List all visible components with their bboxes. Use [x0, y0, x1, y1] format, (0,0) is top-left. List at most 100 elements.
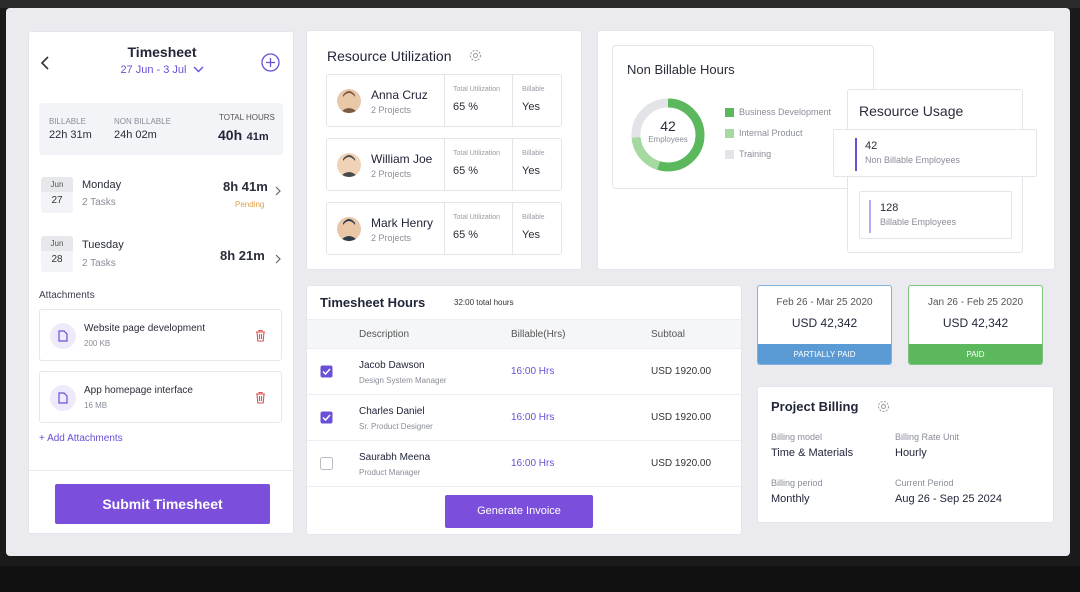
usage-label: Billable Employees — [880, 217, 957, 227]
usage-stat: 128 Billable Employees — [859, 191, 1012, 239]
day-name: Tuesday — [82, 239, 124, 251]
generate-invoice-button[interactable]: Generate Invoice — [445, 495, 593, 528]
attachment-card[interactable]: App homepage interface 16 MB — [39, 371, 282, 423]
cell-divider — [512, 203, 513, 254]
timesheet-hours-panel: Timesheet Hours 32:00 total hours Descri… — [306, 285, 742, 535]
avatar — [337, 153, 361, 177]
gear-icon[interactable] — [877, 400, 890, 418]
cell-divider — [512, 139, 513, 190]
add-attachments-link[interactable]: + Add Attachments — [39, 433, 123, 444]
usage-value: 42 — [865, 140, 878, 152]
table-row[interactable]: Jacob Dawson Design System Manager 16:00… — [307, 349, 741, 395]
total-hours-min: 41m — [246, 131, 269, 143]
attachment-card[interactable]: Website page development 200 KB — [39, 309, 282, 361]
row-name: Jacob Dawson — [359, 360, 425, 371]
attachment-name: App homepage interface — [84, 385, 193, 396]
cell-divider — [444, 75, 445, 126]
day-tasks: 2 Tasks — [82, 258, 116, 269]
date-month: Jun — [41, 177, 73, 192]
billing-field-value: Time & Materials — [771, 447, 854, 459]
util-value: 65 % — [453, 165, 479, 177]
usage-bar — [869, 200, 871, 233]
legend-swatch — [725, 129, 734, 139]
trash-icon[interactable] — [255, 391, 266, 409]
day-hours: 8h 21m — [220, 248, 265, 263]
row-checkbox[interactable] — [320, 411, 333, 429]
row-role: Sr. Product Designer — [359, 422, 433, 431]
resource-row[interactable]: Mark Henry 2 Projects Total Utilization … — [326, 202, 562, 255]
billing-field-value: Monthly — [771, 493, 810, 505]
row-subtotal: USD 1920.00 — [651, 366, 712, 377]
billable-label: Billable — [522, 150, 545, 157]
legend-swatch — [725, 108, 734, 118]
invoice-card[interactable]: Jan 26 - Feb 25 2020 USD 42,342 PAID — [908, 285, 1043, 365]
day-status: Pending — [235, 200, 265, 209]
person-projects: 2 Projects — [371, 233, 412, 243]
date-month: Jun — [41, 236, 73, 251]
row-subtotal: USD 1920.00 — [651, 458, 712, 469]
attachment-name: Website page development — [84, 323, 206, 334]
submit-timesheet-button[interactable]: Submit Timesheet — [55, 484, 270, 524]
legend-label: Business Development — [739, 107, 832, 117]
cell-divider — [512, 75, 513, 126]
util-label: Total Utilization — [453, 150, 501, 157]
legend-label: Internal Product — [739, 128, 803, 138]
chevron-down-icon — [193, 64, 204, 76]
billing-field-label: Billing Rate Unit — [895, 432, 960, 442]
row-role: Design System Manager — [359, 376, 447, 385]
divider — [29, 470, 293, 471]
row-hours: 16:00 Hrs — [511, 412, 555, 423]
chevron-right-icon — [275, 183, 281, 201]
table-header: Description Billable(Hrs) Subtoal — [307, 319, 741, 349]
top-strip — [0, 0, 1080, 8]
billing-field-value: Aug 26 - Sep 25 2024 — [895, 493, 1003, 505]
donut-center-label: Employees — [648, 135, 688, 144]
table-row[interactable]: Saurabh Meena Product Manager 16:00 Hrs … — [307, 441, 741, 487]
invoice-amount: USD 42,342 — [942, 316, 1009, 330]
resource-utilization-title: Resource Utilization — [327, 48, 452, 64]
non-billable-title: Non Billable Hours — [627, 62, 735, 77]
non-billable-label: NON BILLABLE — [114, 117, 171, 126]
row-checkbox[interactable] — [320, 457, 333, 475]
file-icon — [50, 385, 76, 411]
person-name: Mark Henry — [371, 216, 434, 230]
timesheet-panel: Timesheet 27 Jun - 3 Jul BILLABLE 22h 31… — [28, 31, 294, 534]
total-hours-label: TOTAL HOURS — [219, 113, 275, 122]
row-checkbox[interactable] — [320, 365, 333, 383]
resource-row[interactable]: Anna Cruz 2 Projects Total Utilization 6… — [326, 74, 562, 127]
row-hours: 16:00 Hrs — [511, 458, 555, 469]
legend-label: Training — [739, 149, 772, 159]
date-range-selector[interactable]: 27 Jun - 3 Jul — [29, 64, 295, 76]
util-value: 65 % — [453, 101, 479, 113]
trash-icon[interactable] — [255, 329, 266, 347]
attachment-size: 16 MB — [84, 401, 108, 410]
timesheet-hours-title: Timesheet Hours — [320, 295, 426, 310]
date-badge: Jun 28 — [41, 236, 73, 272]
attachments-label: Attachments — [39, 290, 95, 301]
legend-swatch — [725, 150, 734, 160]
total-hours-text: 32:00 total hours — [454, 298, 514, 307]
project-billing-card: Project Billing Billing model Time & Mat… — [757, 386, 1054, 523]
bottom-strip — [0, 566, 1080, 592]
usage-value: 128 — [880, 202, 899, 214]
billable-value: 22h 31m — [49, 129, 92, 141]
total-hours-value: 40h 41m — [218, 127, 269, 145]
billing-field-label: Billing period — [771, 478, 823, 488]
avatar — [337, 89, 361, 113]
file-icon — [50, 323, 76, 349]
billable-label: Billable — [522, 86, 545, 93]
add-circle-icon[interactable] — [261, 53, 280, 72]
gear-icon[interactable] — [469, 49, 482, 67]
person-projects: 2 Projects — [371, 169, 412, 179]
usage-bar — [855, 138, 857, 171]
util-value: 65 % — [453, 229, 479, 241]
resource-row[interactable]: William Joe 2 Projects Total Utilization… — [326, 138, 562, 191]
invoice-card[interactable]: Feb 26 - Mar 25 2020 USD 42,342 PARTIALL… — [757, 285, 892, 365]
table-row[interactable]: Charles Daniel Sr. Product Designer 16:0… — [307, 395, 741, 441]
invoice-status: PAID — [909, 344, 1042, 364]
day-row[interactable]: Jun 28 Tuesday 2 Tasks 8h 21m — [39, 236, 285, 276]
cell-divider — [444, 139, 445, 190]
row-subtotal: USD 1920.00 — [651, 412, 712, 423]
date-range-text: 27 Jun - 3 Jul — [120, 64, 187, 76]
day-row[interactable]: Jun 27 Monday 2 Tasks 8h 41m Pending — [39, 175, 285, 215]
